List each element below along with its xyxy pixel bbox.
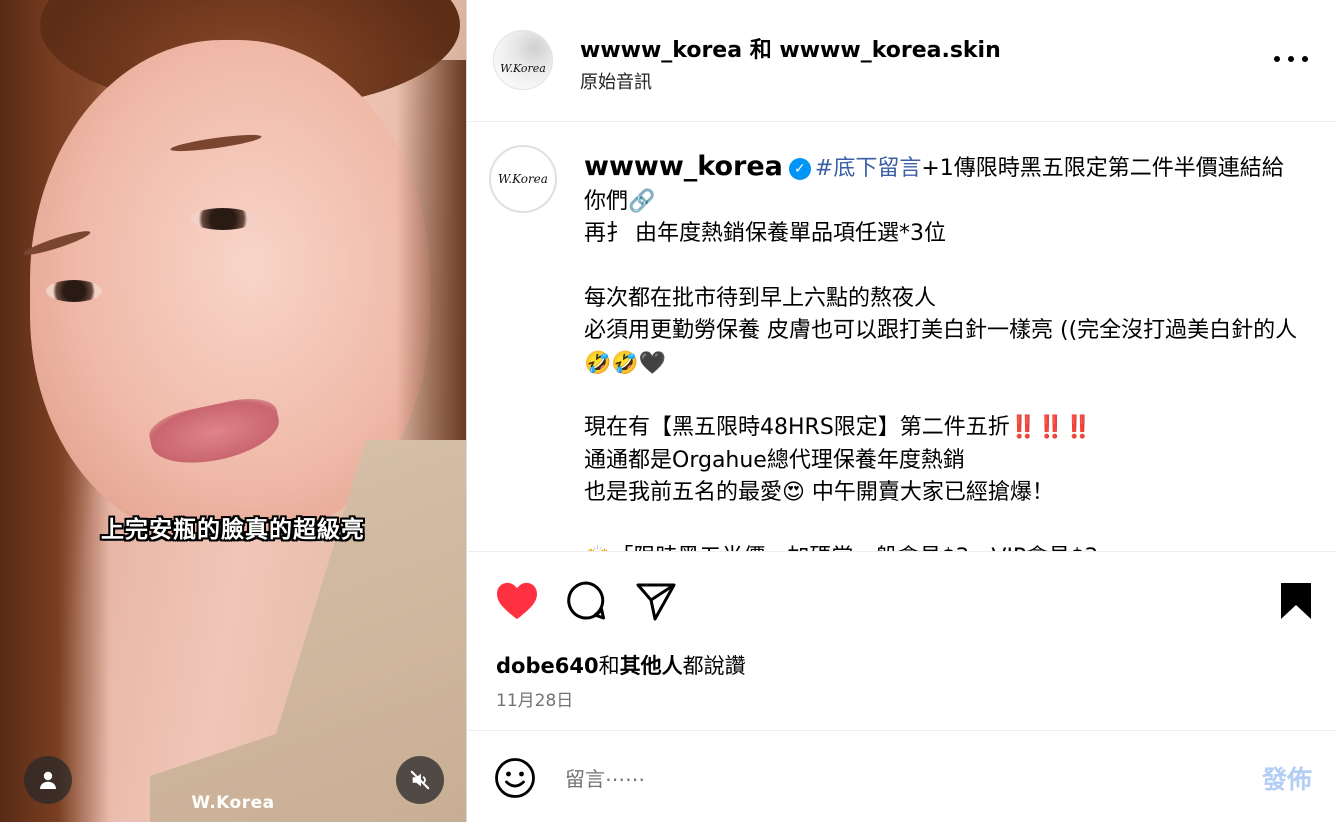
tagged-users-button[interactable]: [24, 756, 72, 804]
post-authors: wwww_korea 和 wwww_korea.skin: [580, 32, 1001, 64]
video-subtitle: 上完安瓶的臉真的超級亮: [101, 517, 365, 543]
comment-input[interactable]: [565, 761, 1205, 797]
likes-summary[interactable]: dobe640和其他人都說讚: [496, 650, 746, 680]
caption-paragraph: 🙌「限時黑五半價 加碼當一般會員$3 VIP會員$3: [584, 542, 1304, 552]
verified-badge-icon: ✓: [788, 158, 811, 180]
post-dialog: 上完安瓶的臉真的超級亮 W.Korea W.Korea wwww_korea 和…: [0, 0, 1337, 822]
caption-paragraph: 每次都在批市待到早上六點的熬夜人 必須用更勤勞保養 皮膚也可以跟打美白針一樣亮 …: [584, 285, 1298, 376]
comment-button[interactable]: [563, 578, 609, 624]
likes-suffix: 都說讚: [682, 654, 746, 678]
post-date[interactable]: 11月28日: [496, 686, 573, 711]
mute-toggle-button[interactable]: [396, 756, 444, 804]
share-button[interactable]: [633, 578, 679, 624]
heart-filled-icon: [497, 582, 537, 620]
save-button[interactable]: [1273, 578, 1319, 624]
hashtag-link[interactable]: #底下留言: [815, 156, 921, 181]
comment-icon: [567, 581, 605, 620]
share-icon: [636, 583, 676, 621]
collaborator-username-link[interactable]: wwww_korea.skin: [779, 38, 1000, 63]
post-side-panel: W.Korea wwww_korea 和 wwww_korea.skin 原始音…: [466, 0, 1337, 822]
caption-first-line: wwww_korea ✓ #底下留言+1傳限時黑五限定第二件半價連結給你們🔗: [584, 151, 1304, 218]
video-frame-detail: [46, 280, 102, 302]
post-caption: wwww_korea ✓ #底下留言+1傳限時黑五限定第二件半價連結給你們🔗 再扌 …: [584, 151, 1304, 551]
author-avatar[interactable]: W.Korea: [493, 30, 553, 90]
likes-connector: 和: [598, 654, 620, 678]
avatar-logo: W.Korea: [500, 62, 546, 75]
avatar-logo: W.Korea: [498, 172, 548, 186]
video-frame-detail: [190, 208, 256, 230]
video-frame-hair-right: [396, 60, 466, 480]
more-options-icon: [1274, 56, 1280, 62]
caption-author-avatar[interactable]: W.Korea: [489, 145, 557, 213]
post-caption-area[interactable]: W.Korea wwww_korea ✓ #底下留言+1傳限時黑五限定第二件半價連結…: [467, 123, 1337, 551]
emoji-icon: [495, 758, 535, 798]
comment-composer: 發佈: [467, 733, 1337, 822]
volume-muted-icon: [410, 770, 430, 790]
caption-text: 再扌 由年度熱銷保養單品項任選*3位: [584, 221, 946, 246]
caption-username-link[interactable]: wwww_korea: [584, 151, 783, 182]
post-comment-button[interactable]: 發佈: [1262, 760, 1312, 796]
like-button[interactable]: [494, 578, 540, 624]
original-audio-link[interactable]: 原始音訊: [580, 68, 652, 94]
user-icon: [40, 771, 56, 789]
authors-connector: 和: [742, 38, 780, 63]
video-watermark: W.Korea: [191, 793, 275, 813]
post-actions: dobe640和其他人都說讚 11月28日: [467, 551, 1337, 731]
other-likers-link[interactable]: 其他人: [620, 654, 683, 678]
author-username-link[interactable]: wwww_korea: [580, 38, 742, 63]
bookmark-icon: [1281, 583, 1311, 619]
emoji-picker-button[interactable]: [494, 757, 538, 801]
video-player[interactable]: 上完安瓶的臉真的超級亮 W.Korea: [0, 0, 466, 822]
liker-username-link[interactable]: dobe640: [496, 654, 599, 678]
post-header: W.Korea wwww_korea 和 wwww_korea.skin 原始音…: [467, 0, 1337, 122]
caption-paragraph: 現在有【黑五限時48HRS限定】第二件五折‼️‼️‼️ 通通都是Orgahue總…: [584, 415, 1092, 505]
more-options-button[interactable]: [1274, 52, 1308, 66]
